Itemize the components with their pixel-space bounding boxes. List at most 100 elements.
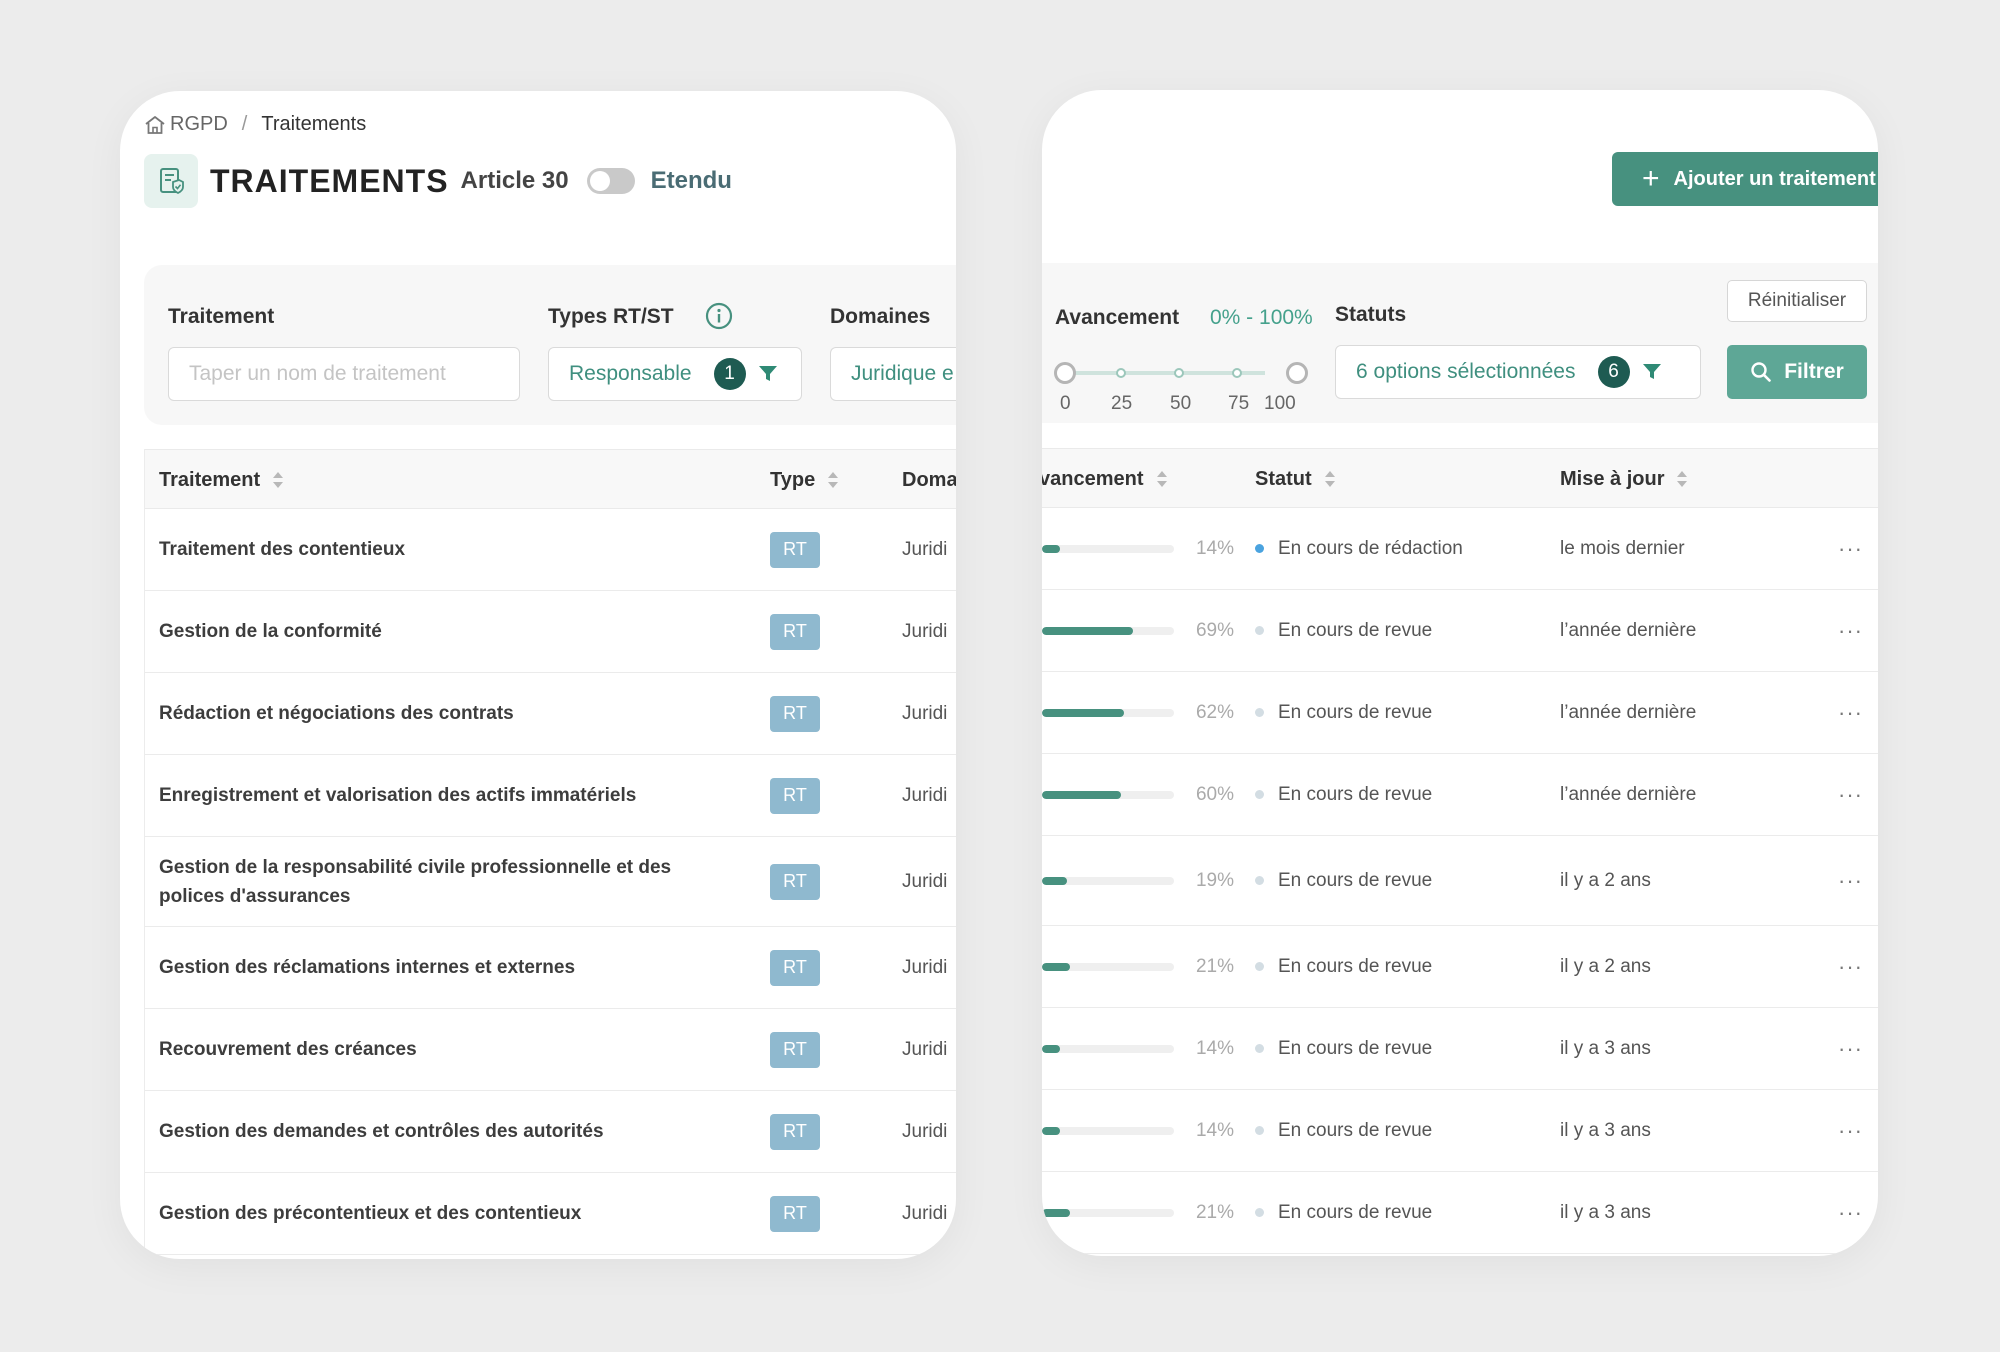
progress-value: 69% — [1195, 619, 1234, 641]
col-header-avancement[interactable]: vancement — [1042, 449, 1168, 509]
filter-button-label: Filtrer — [1784, 360, 1844, 383]
slider-tick-label: 75 — [1228, 393, 1250, 414]
progress-bar — [1042, 962, 1174, 971]
slider-tick-75 — [1232, 368, 1242, 378]
filter-bar-left: Traitement Taper un nom de traitement Ty… — [144, 265, 956, 425]
table-row[interactable]: 14% En cours de rédaction le mois dernier ·… — [1042, 508, 1878, 590]
info-icon[interactable] — [704, 301, 734, 331]
slider-tick-label: 25 — [1111, 393, 1133, 414]
type-badge: RT — [770, 695, 820, 732]
domaines-select[interactable]: Juridique e — [830, 347, 956, 401]
progress-value: 62% — [1195, 701, 1234, 723]
row-domaine: Juridi — [902, 620, 948, 642]
more-actions-icon[interactable]: ··· — [1838, 590, 1863, 671]
status-dot — [1255, 1126, 1264, 1135]
more-actions-icon[interactable]: ··· — [1838, 754, 1863, 835]
col-header-statut-label: Statut — [1255, 467, 1312, 490]
row-statut: En cours de revue — [1278, 619, 1433, 641]
table-body-left: Traitement des contentieux RT Juridi Gestio… — [145, 509, 956, 1255]
home-icon[interactable] — [144, 115, 166, 135]
progress-value: 14% — [1195, 537, 1234, 559]
row-traitement-name[interactable]: Gestion des demandes et contrôles des au… — [159, 1091, 689, 1172]
row-traitement-name[interactable]: Enregistrement et valorisation des actif… — [159, 755, 689, 836]
table-row[interactable]: 60% En cours de revue l’année dernière ··· — [1042, 754, 1878, 836]
row-traitement-name[interactable]: Gestion des précontentieux et des conten… — [159, 1173, 689, 1254]
table-row[interactable]: 14% En cours de revue il y a 3 ans ··· — [1042, 1008, 1878, 1090]
progress-bar — [1042, 626, 1174, 635]
status-dot — [1255, 544, 1264, 553]
domaines-select-value: Juridique e — [851, 362, 954, 385]
table-row[interactable]: 62% En cours de revue l’année dernière ··· — [1042, 672, 1878, 754]
more-actions-icon[interactable]: ··· — [1838, 1172, 1863, 1253]
row-domaine: Juridi — [902, 538, 948, 560]
more-actions-icon[interactable]: ··· — [1838, 926, 1863, 1007]
row-traitement-name[interactable]: Rédaction et négociations des contrats — [159, 673, 689, 754]
table-row[interactable]: 69% En cours de revue l’année dernière ··· — [1042, 590, 1878, 672]
article-30-label: Article 30 — [460, 167, 569, 194]
row-traitement-name[interactable]: Recouvrement des créances — [159, 1009, 689, 1090]
breadcrumb-separator: / — [241, 113, 248, 135]
types-select[interactable]: Responsable 1 — [548, 347, 802, 401]
table-left: Traitement Type Doma Traitement des cont… — [144, 449, 956, 1255]
progress-fill — [1042, 1044, 1061, 1053]
progress-value: 21% — [1195, 1201, 1234, 1223]
slider-tick-label: 100 — [1264, 393, 1296, 414]
type-badge: RT — [770, 1113, 820, 1150]
type-badge: RT — [770, 531, 820, 568]
table-row[interactable]: Rédaction et négociations des contrats RT… — [145, 673, 956, 755]
row-traitement-name[interactable]: Gestion de la responsabilité civile prof… — [159, 837, 689, 926]
col-header-type[interactable]: Type — [770, 450, 839, 510]
row-statut: En cours de revue — [1278, 955, 1433, 977]
row-traitement-name[interactable]: Gestion de la conformité — [159, 591, 689, 672]
table-row[interactable]: Traitement des contentieux RT Juridi — [145, 509, 956, 591]
table-row[interactable]: Recouvrement des créances RT Juridi — [145, 1009, 956, 1091]
table-row[interactable]: 21% En cours de revue il y a 2 ans ··· — [1042, 926, 1878, 1008]
more-actions-icon[interactable]: ··· — [1838, 836, 1863, 925]
filter-button[interactable]: Filtrer — [1727, 345, 1867, 399]
col-header-statut[interactable]: Statut — [1255, 449, 1336, 509]
col-header-traitement[interactable]: Traitement — [159, 450, 284, 510]
col-header-domaine[interactable]: Doma — [902, 450, 956, 510]
document-shield-icon — [144, 154, 198, 208]
col-header-mise-a-jour[interactable]: Mise à jour — [1560, 449, 1688, 509]
more-actions-icon[interactable]: ··· — [1838, 1008, 1863, 1089]
statuts-filter-label: Statuts — [1335, 303, 1407, 326]
table-row[interactable]: Gestion de la responsabilité civile prof… — [145, 837, 956, 927]
reset-button[interactable]: Réinitialiser — [1727, 280, 1867, 322]
more-actions-icon[interactable]: ··· — [1838, 508, 1863, 589]
etendu-toggle[interactable] — [586, 168, 635, 194]
row-domaine: Juridi — [902, 870, 948, 892]
table-row[interactable]: 14% En cours de revue il y a 3 ans ··· — [1042, 1090, 1878, 1172]
table-row[interactable]: Gestion des précontentieux et des conten… — [145, 1173, 956, 1255]
row-traitement-name[interactable]: Gestion des réclamations internes et ext… — [159, 927, 689, 1008]
right-panel: + Ajouter un traitement Avancement 0% - … — [1042, 90, 1878, 1256]
progress-bar — [1042, 708, 1174, 717]
progress-fill — [1042, 1126, 1061, 1135]
sort-icon — [272, 470, 284, 490]
traitement-search-input[interactable]: Taper un nom de traitement — [168, 347, 520, 401]
table-row[interactable]: 21% En cours de revue il y a 3 ans ··· — [1042, 1172, 1878, 1254]
table-row[interactable]: Gestion des réclamations internes et ext… — [145, 927, 956, 1009]
sort-icon — [1676, 469, 1688, 489]
left-panel: RGPD / Traitements TRAITEMENTS Article 3… — [120, 91, 956, 1259]
progress-fill — [1042, 876, 1068, 885]
more-actions-icon[interactable]: ··· — [1838, 672, 1863, 753]
type-badge: RT — [770, 777, 820, 814]
table-row[interactable]: 19% En cours de revue il y a 2 ans ··· — [1042, 836, 1878, 926]
col-header-type-label: Type — [770, 468, 816, 491]
row-domaine: Juridi — [902, 784, 948, 806]
domaines-filter-label: Domaines — [830, 305, 931, 328]
slider-handle-min[interactable] — [1054, 362, 1076, 384]
slider-handle-max[interactable] — [1286, 362, 1308, 384]
statuts-select[interactable]: 6 options sélectionnées 6 — [1335, 345, 1701, 399]
table-row[interactable]: Gestion des demandes et contrôles des au… — [145, 1091, 956, 1173]
more-actions-icon[interactable]: ··· — [1838, 1090, 1863, 1171]
row-mise-a-jour: il y a 3 ans — [1560, 1037, 1651, 1059]
breadcrumb-home-link[interactable]: RGPD — [170, 113, 228, 136]
row-statut: En cours de revue — [1278, 701, 1433, 723]
table-row[interactable]: Enregistrement et valorisation des actif… — [145, 755, 956, 837]
table-row[interactable]: Gestion de la conformité RT Juridi — [145, 591, 956, 673]
row-traitement-name[interactable]: Traitement des contentieux — [159, 509, 689, 590]
status-dot — [1255, 1044, 1264, 1053]
add-traitement-button[interactable]: + Ajouter un traitement — [1612, 152, 1878, 206]
